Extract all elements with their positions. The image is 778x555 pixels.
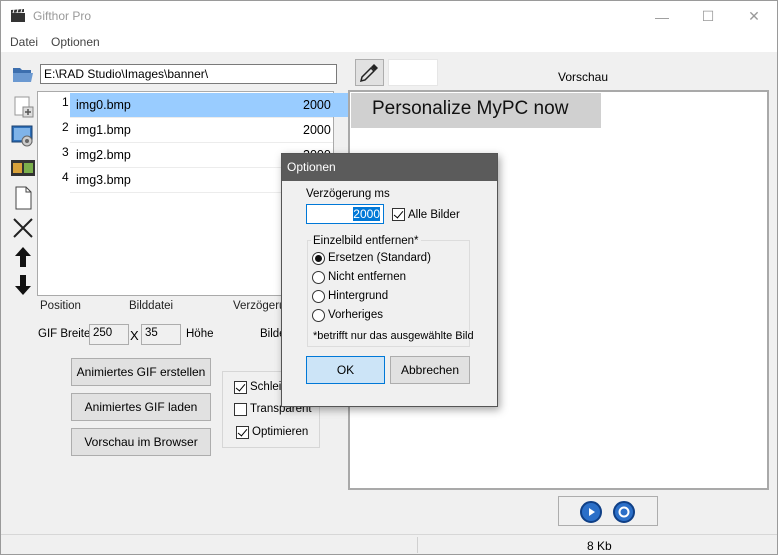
optimize-checkbox[interactable] xyxy=(236,426,249,439)
minimize-icon: — xyxy=(655,8,669,25)
preview-label: Vorschau xyxy=(558,70,609,84)
radio-replace[interactable] xyxy=(312,252,325,265)
gif-height-input[interactable]: 35 xyxy=(141,324,181,345)
radio-replace-label: Ersetzen (Standard) xyxy=(328,252,431,264)
column-file: Bilddatei xyxy=(129,300,174,312)
cancel-button[interactable]: Abbrechen xyxy=(390,356,470,384)
delete-icon[interactable] xyxy=(11,216,35,240)
menu-optionen[interactable]: Optionen xyxy=(51,35,100,49)
disposal-note: *betrifft nur das ausgewählte Bild xyxy=(313,330,474,342)
frame-settings-icon[interactable] xyxy=(11,124,35,148)
window-title: Gifthor Pro xyxy=(33,9,92,23)
maximize-icon: ☐ xyxy=(701,8,715,24)
list-item[interactable]: 2 img1.bmp 2000 0 xyxy=(38,118,361,143)
delay-value: 2000 xyxy=(353,207,380,221)
main-window: Gifthor Pro — ☐ ✕ Datei Optionen E:\RAD … xyxy=(0,0,778,555)
status-divider xyxy=(417,537,418,553)
radio-background[interactable] xyxy=(312,290,325,303)
filmstrip-icon[interactable] xyxy=(11,156,35,180)
frame-delay: 2000 xyxy=(296,93,346,117)
loop-checkbox[interactable] xyxy=(234,381,247,394)
clapperboard-icon xyxy=(11,9,25,22)
options-dialog: Optionen Verzögerung ms 2000 Alle Bilder… xyxy=(281,153,498,407)
title-bar: Gifthor Pro — ☐ ✕ xyxy=(1,1,777,32)
all-frames-label: Alle Bilder xyxy=(408,209,460,221)
frame-delay: 2000 xyxy=(303,123,331,137)
playback-controls xyxy=(558,496,658,526)
transparent-checkbox[interactable] xyxy=(234,403,247,416)
row-number: 4 xyxy=(62,170,69,184)
stop-icon xyxy=(618,506,630,518)
frame-file: img1.bmp xyxy=(76,123,131,137)
row-number: 2 xyxy=(62,120,69,134)
gif-width-input[interactable]: 250 xyxy=(89,324,129,345)
delay-input[interactable]: 2000 xyxy=(306,204,384,224)
row-number: 3 xyxy=(62,145,69,159)
frame-file: img0.bmp xyxy=(70,93,296,117)
menu-datei[interactable]: Datei xyxy=(10,35,38,49)
maximize-button[interactable]: ☐ xyxy=(685,1,731,32)
frame-file: img3.bmp xyxy=(76,173,131,187)
banner-preview: Personalize MyPC now xyxy=(351,93,601,128)
row-number: 1 xyxy=(62,95,69,109)
radio-no-dispose-label: Nicht entfernen xyxy=(328,271,406,283)
add-frame-icon[interactable] xyxy=(11,95,35,119)
column-position: Position xyxy=(40,300,81,312)
path-input[interactable]: E:\RAD Studio\Images\banner\ xyxy=(40,64,337,84)
status-bar: 8 Kb xyxy=(1,534,777,554)
stop-button[interactable] xyxy=(613,501,635,523)
dialog-title: Optionen xyxy=(282,154,497,181)
minimize-button[interactable]: — xyxy=(639,1,685,32)
size-separator: X xyxy=(130,328,139,343)
load-gif-button[interactable]: Animiertes GIF laden xyxy=(71,393,211,421)
play-button[interactable] xyxy=(580,501,602,523)
radio-previous[interactable] xyxy=(312,309,325,322)
close-button[interactable]: ✕ xyxy=(731,1,777,32)
play-icon xyxy=(589,508,595,516)
all-frames-checkbox[interactable] xyxy=(392,208,405,221)
create-gif-button[interactable]: Animiertes GIF erstellen xyxy=(71,358,211,386)
radio-no-dispose[interactable] xyxy=(312,271,325,284)
frame-file: img2.bmp xyxy=(76,148,131,162)
eyedropper-icon xyxy=(359,64,378,83)
color-picker-button[interactable] xyxy=(355,59,384,86)
color-swatch[interactable] xyxy=(388,59,438,86)
status-size: 8 Kb xyxy=(587,539,612,553)
disposal-group-label: Einzelbild entfernen* xyxy=(311,235,421,247)
menu-bar: Datei Optionen xyxy=(1,32,777,52)
open-folder-icon[interactable] xyxy=(11,62,35,86)
new-document-icon[interactable] xyxy=(11,186,35,210)
browser-preview-button[interactable]: Vorschau im Browser xyxy=(71,428,211,456)
delay-label: Verzögerung ms xyxy=(306,188,390,200)
radio-previous-label: Vorheriges xyxy=(328,309,383,321)
list-item[interactable]: 1 img0.bmp 2000 0 xyxy=(38,93,368,118)
close-icon: ✕ xyxy=(748,8,760,24)
ok-button[interactable]: OK xyxy=(306,356,385,384)
optimize-label: Optimieren xyxy=(252,426,309,438)
radio-background-label: Hintergrund xyxy=(328,290,389,302)
gif-height-label: Höhe xyxy=(186,328,214,340)
move-down-icon[interactable] xyxy=(11,273,35,297)
move-up-icon[interactable] xyxy=(11,245,35,269)
gif-width-label: GIF Breite xyxy=(38,328,91,340)
